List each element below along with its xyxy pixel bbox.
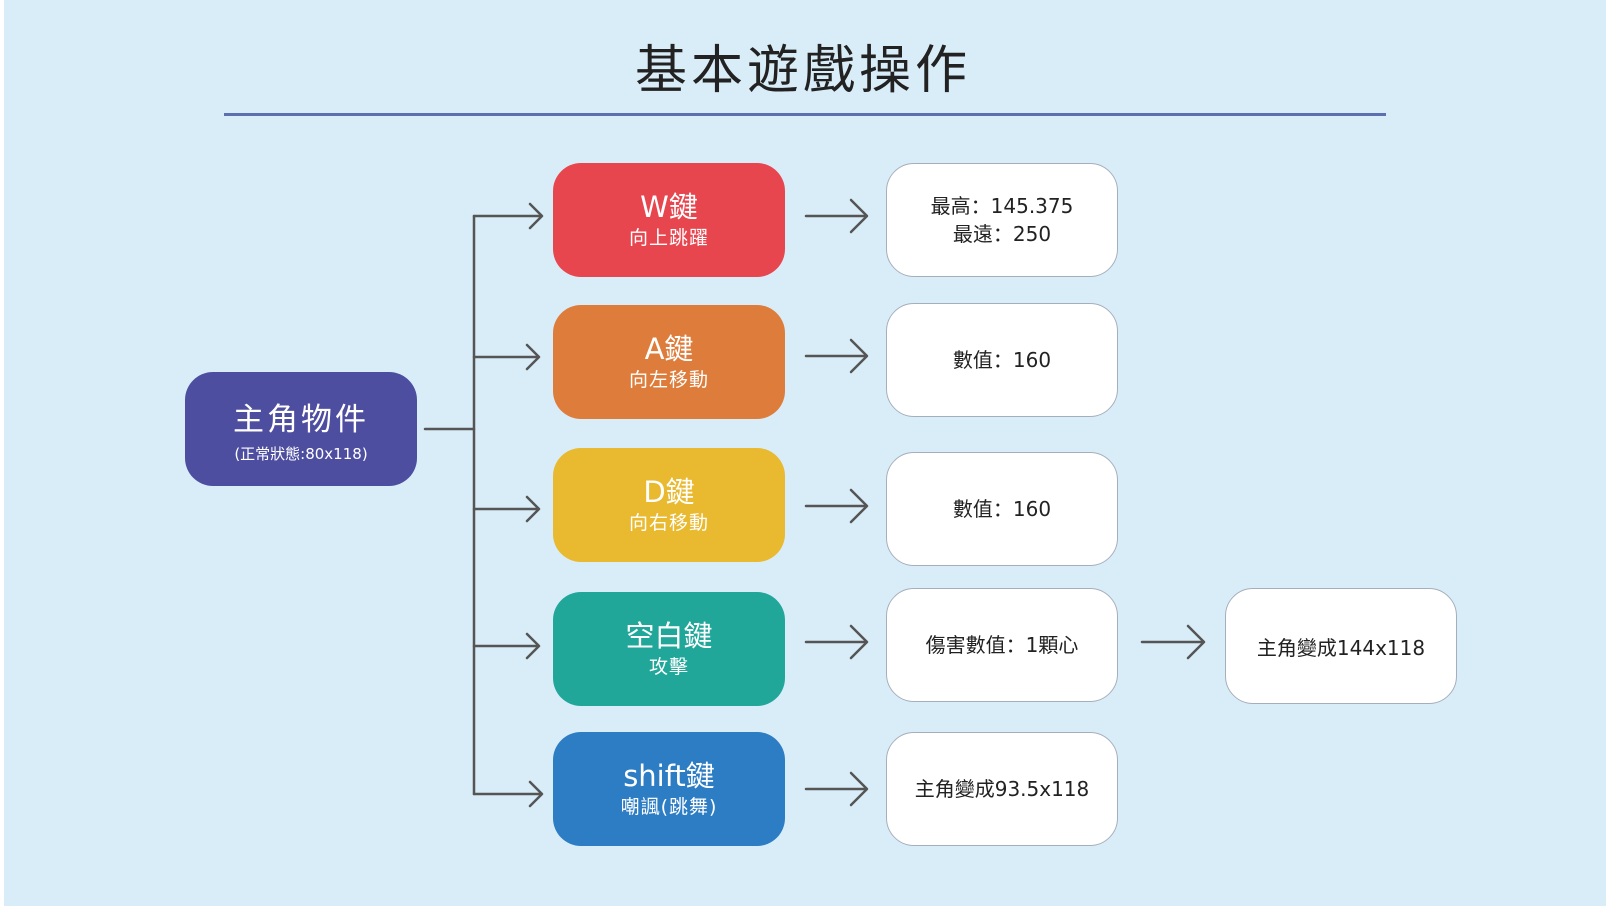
branch-arrow-space (472, 632, 541, 660)
result-line: 數值：160 (952, 497, 1052, 521)
result-node-shift: 主角變成93.5x118 (886, 732, 1118, 846)
branch-arrow-shift (472, 780, 544, 808)
main-character-label: 主角物件 (233, 402, 369, 438)
result-node-d: 數值：160 (886, 452, 1118, 566)
key-action: 向右移動 (628, 512, 709, 534)
branch-arrow-d (472, 495, 541, 523)
key-label: W鍵 (640, 190, 698, 224)
result-arrow-a (804, 338, 869, 374)
result-arrow-space (804, 624, 869, 660)
result-line: 最遠：250 (952, 222, 1052, 246)
key-action: 嘲諷(跳舞) (620, 796, 718, 818)
branch-arrow-a (472, 343, 541, 371)
attack-size-label: 主角變成144x118 (1256, 635, 1426, 660)
key-node-shift: shift鍵 嘲諷(跳舞) (553, 732, 785, 846)
key-action: 向左移動 (628, 369, 709, 391)
key-label: D鍵 (643, 475, 695, 509)
key-node-d: D鍵 向右移動 (553, 448, 785, 562)
key-node-a: A鍵 向左移動 (553, 305, 785, 419)
result-node-w: 最高：145.375 最遠：250 (886, 163, 1118, 277)
result-node-a: 數值：160 (886, 303, 1118, 417)
result-node-space: 傷害數值：1顆心 (886, 588, 1118, 702)
result-arrow-d (804, 488, 869, 524)
result-line: 主角變成93.5x118 (914, 777, 1090, 801)
key-label: 空白鍵 (625, 619, 713, 653)
key-action: 向上跳躍 (628, 227, 709, 249)
extra-arrow-space (1140, 624, 1206, 660)
result-line: 傷害數值：1顆心 (925, 633, 1079, 657)
key-label: A鍵 (644, 332, 694, 366)
result-line: 最高：145.375 (930, 194, 1074, 218)
key-node-space: 空白鍵 攻擊 (553, 592, 785, 706)
attack-size-node: 主角變成144x118 (1225, 588, 1457, 704)
branch-arrow-w (472, 202, 544, 230)
result-line: 數值：160 (952, 348, 1052, 372)
key-node-w: W鍵 向上跳躍 (553, 163, 785, 277)
result-arrow-w (804, 198, 869, 234)
main-character-size: (正常狀態:80x118) (234, 445, 368, 463)
main-character-node: 主角物件 (正常狀態:80x118) (185, 372, 417, 486)
result-arrow-shift (804, 771, 869, 807)
key-action: 攻擊 (648, 656, 689, 678)
key-label: shift鍵 (623, 759, 715, 793)
